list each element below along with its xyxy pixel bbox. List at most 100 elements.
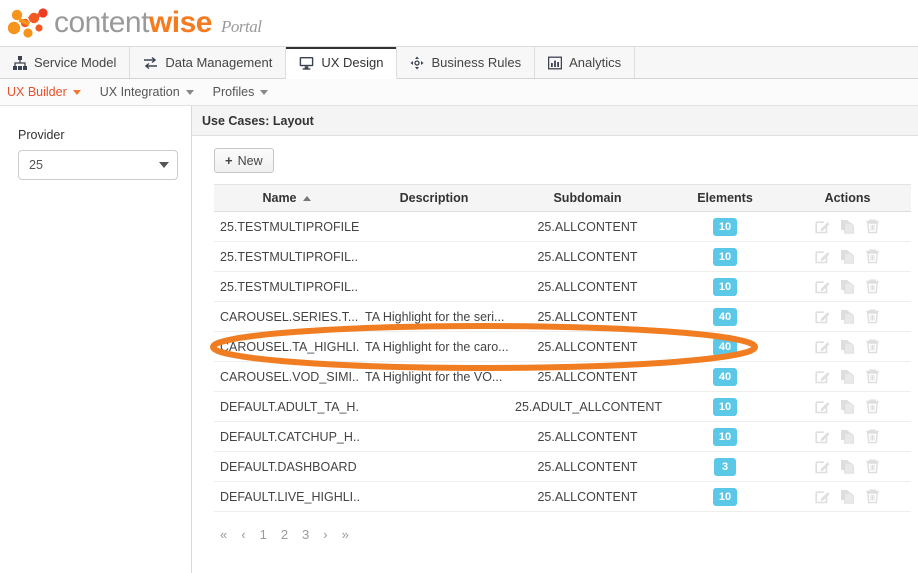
edit-icon[interactable]: [815, 309, 830, 324]
edit-icon[interactable]: [815, 339, 830, 354]
elements-badge: 40: [712, 367, 738, 386]
cell-actions: [784, 421, 911, 452]
tab-label: UX Design: [321, 55, 384, 70]
edit-icon[interactable]: [815, 489, 830, 504]
column-header-elements[interactable]: Elements: [666, 184, 784, 212]
cell-actions: [784, 481, 911, 512]
chevron-down-icon[interactable]: [260, 89, 269, 95]
tab-service-model[interactable]: Service Model: [0, 47, 131, 78]
chevron-down-icon: [159, 162, 169, 168]
cell-elements: 10: [666, 421, 784, 452]
tab-data-management[interactable]: Data Management: [130, 47, 287, 78]
cell-actions: [784, 211, 911, 242]
brand-name-part1: content: [54, 6, 149, 39]
copy-icon[interactable]: [840, 459, 855, 474]
delete-icon[interactable]: [865, 309, 880, 324]
table-row[interactable]: DEFAULT.LIVE_HIGHLI... 25.ALLCONTENT 10: [214, 481, 911, 512]
column-label: Subdomain: [553, 191, 622, 205]
table-row[interactable]: DEFAULT.CATCHUP_H... 25.ALLCONTENT 10: [214, 421, 911, 452]
tab-ux-design[interactable]: UX Design: [286, 47, 398, 79]
edit-icon[interactable]: [815, 399, 830, 414]
elements-badge: 40: [712, 307, 738, 326]
edit-icon[interactable]: [815, 369, 830, 384]
delete-icon[interactable]: [865, 399, 880, 414]
edit-icon[interactable]: [815, 249, 830, 264]
provider-select[interactable]: 25: [18, 150, 178, 180]
delete-icon[interactable]: [865, 279, 880, 294]
subnav-item-ux-integration[interactable]: UX Integration: [100, 85, 203, 99]
copy-icon[interactable]: [840, 429, 855, 444]
cell-elements: 40: [666, 331, 784, 362]
chevron-down-icon[interactable]: [185, 89, 194, 95]
tab-analytics[interactable]: Analytics: [535, 47, 636, 78]
copy-icon[interactable]: [840, 339, 855, 354]
table-row[interactable]: CAROUSEL.SERIES.T... TA Highlight for the…: [214, 301, 911, 332]
cell-elements: 10: [666, 391, 784, 422]
row-action-group: [790, 429, 905, 444]
table-row[interactable]: 25.TESTMULTIPROFIL... 25.ALLCONTENT 10: [214, 241, 911, 272]
pagination-next[interactable]: ›: [323, 527, 327, 542]
delete-icon[interactable]: [865, 369, 880, 384]
cell-elements: 40: [666, 361, 784, 392]
column-label: Elements: [697, 191, 753, 205]
row-action-group: [790, 249, 905, 264]
cell-name: DEFAULT.CATCHUP_H...: [214, 421, 359, 452]
pagination-first[interactable]: «: [220, 527, 227, 542]
subnav-item-ux-builder[interactable]: UX Builder: [7, 85, 90, 99]
main-tab-bar: Service Model Data Management UX Design …: [0, 47, 918, 79]
delete-icon[interactable]: [865, 339, 880, 354]
subnav-item-profiles[interactable]: Profiles: [213, 85, 278, 99]
copy-icon[interactable]: [840, 249, 855, 264]
table-row[interactable]: DEFAULT.ADULT_TA_H... 25.ADULT_ALLCONTENT…: [214, 391, 911, 422]
cell-subdomain: 25.ALLCONTENT: [509, 271, 666, 302]
tab-business-rules[interactable]: Business Rules: [397, 47, 536, 78]
table-row[interactable]: 25.TESTMULTIPROFILE 25.ALLCONTENT 10: [214, 211, 911, 242]
edit-icon[interactable]: [815, 429, 830, 444]
table-header-row: Name Description Subdomain Elements Acti…: [214, 184, 911, 212]
column-header-subdomain[interactable]: Subdomain: [509, 184, 666, 212]
cell-description: [359, 211, 509, 242]
copy-icon[interactable]: [840, 369, 855, 384]
use-cases-table: Name Description Subdomain Elements Acti…: [214, 184, 911, 512]
copy-icon[interactable]: [840, 219, 855, 234]
move-arrows-icon: [410, 56, 424, 69]
row-action-group: [790, 279, 905, 294]
pagination-page-2[interactable]: 2: [281, 527, 288, 542]
copy-icon[interactable]: [840, 489, 855, 504]
cell-description: [359, 271, 509, 302]
cell-subdomain: 25.ALLCONTENT: [509, 241, 666, 272]
delete-icon[interactable]: [865, 489, 880, 504]
pagination-last[interactable]: »: [342, 527, 349, 542]
column-label: Description: [399, 191, 469, 205]
table-row[interactable]: CAROUSEL.VOD_SIMI... TA Highlight for the…: [214, 361, 911, 392]
elements-badge: 10: [712, 427, 738, 446]
cell-description: TA Highlight for the seri...: [359, 301, 509, 332]
page-body: Provider 25 Use Cases: Layout + New Name…: [0, 106, 918, 573]
cell-actions: [784, 301, 911, 332]
column-header-description[interactable]: Description: [359, 184, 509, 212]
delete-icon[interactable]: [865, 249, 880, 264]
pagination-prev[interactable]: ‹: [241, 527, 245, 542]
elements-badge: 3: [714, 457, 736, 476]
table-row[interactable]: DEFAULT.DASHBOARD 25.ALLCONTENT 3: [214, 451, 911, 482]
chevron-down-icon[interactable]: [72, 89, 81, 95]
edit-icon[interactable]: [815, 219, 830, 234]
column-header-name[interactable]: Name: [214, 184, 359, 212]
panel-title-bar: Use Cases: Layout: [192, 106, 918, 136]
pagination-page-3[interactable]: 3: [302, 527, 309, 542]
delete-icon[interactable]: [865, 459, 880, 474]
monitor-icon: [300, 56, 314, 70]
edit-icon[interactable]: [815, 279, 830, 294]
table-row[interactable]: 25.TESTMULTIPROFIL... 25.ALLCONTENT 10: [214, 271, 911, 302]
copy-icon[interactable]: [840, 309, 855, 324]
delete-icon[interactable]: [865, 429, 880, 444]
pagination-page-1[interactable]: 1: [260, 527, 267, 542]
table-body: 25.TESTMULTIPROFILE 25.ALLCONTENT 10 25.TES…: [214, 211, 911, 512]
copy-icon[interactable]: [840, 399, 855, 414]
table-row[interactable]: CAROUSEL.TA_HIGHLI... TA Highlight for th…: [214, 331, 911, 362]
brand-name-part2: wise: [148, 6, 213, 39]
delete-icon[interactable]: [865, 219, 880, 234]
edit-icon[interactable]: [815, 459, 830, 474]
new-button[interactable]: + New: [214, 148, 274, 173]
copy-icon[interactable]: [840, 279, 855, 294]
